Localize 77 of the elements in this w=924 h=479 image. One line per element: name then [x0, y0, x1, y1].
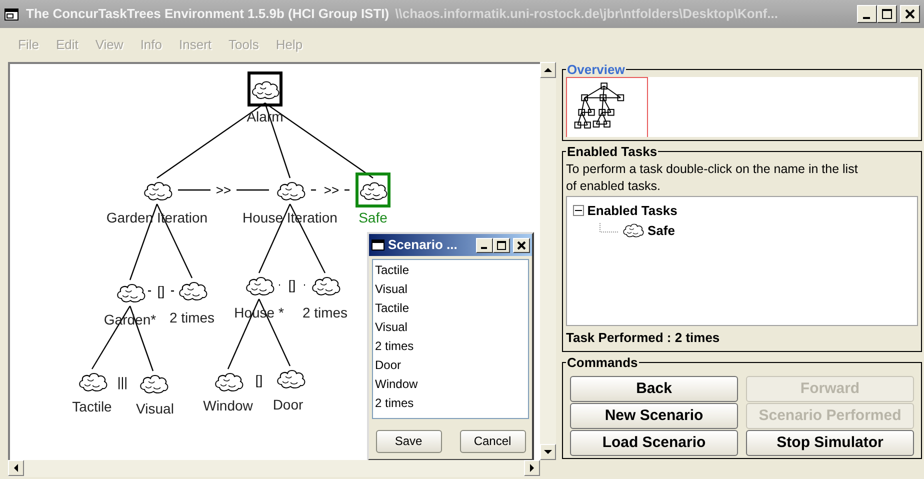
cloud-icon: [115, 281, 145, 303]
cloud-icon: [310, 274, 340, 296]
scroll-up-button[interactable]: [540, 62, 556, 78]
command-button[interactable]: New Scenario: [570, 403, 738, 429]
overview-drawing[interactable]: [566, 77, 648, 137]
task-label[interactable]: Tactile: [72, 396, 112, 418]
scroll-left-button[interactable]: [8, 460, 24, 476]
close-icon: [905, 9, 915, 19]
tree-node[interactable]: Safe: [648, 220, 675, 240]
selected-task-node[interactable]: [356, 172, 390, 208]
instruction-text: To perform a task double-click on the name in the list of enabled tasks.: [566, 161, 859, 195]
collapse-toggle[interactable]: [573, 205, 584, 216]
window-title: The ConcurTaskTrees Environment 1.5.9b (HCI Group ISTI): [26, 5, 390, 24]
operator-line: [178, 189, 210, 191]
up-arrow-icon: [544, 67, 552, 73]
status-text: Task Performed : 2 times: [566, 329, 721, 347]
maximize-button[interactable]: [876, 5, 897, 23]
down-arrow-icon: [544, 449, 552, 455]
left-arrow-icon: [13, 464, 19, 472]
app-icon: [371, 238, 385, 252]
minimize-button[interactable]: [856, 5, 877, 23]
cloud-icon: [244, 274, 274, 296]
maximize-icon: [496, 240, 506, 250]
operator-line: [304, 284, 305, 286]
horizontal-scrollbar[interactable]: [8, 460, 540, 477]
right-arrow-icon: [529, 464, 535, 472]
dialog-button[interactable]: Save: [376, 430, 442, 452]
scroll-right-button[interactable]: [524, 460, 540, 476]
dialog-button[interactable]: Cancel: [460, 430, 526, 452]
close-button[interactable]: [900, 5, 920, 23]
maximize-button[interactable]: [492, 238, 510, 252]
vertical-scrollbar[interactable]: [540, 62, 556, 460]
minimize-button[interactable]: [476, 238, 493, 252]
window-path: \\chaos.informatik.uni-rostock.de\jbr\ntfolders\Desktop\Konf...: [395, 5, 778, 24]
scroll-down-button[interactable]: [540, 444, 556, 460]
list-item[interactable]: Tactile: [375, 261, 526, 280]
panel-title: Enabled Tasks: [566, 144, 658, 159]
cloud-icon: [138, 372, 168, 394]
cloud-icon: [213, 370, 243, 392]
cloud-icon: [275, 179, 305, 201]
close-icon: [517, 240, 526, 250]
operator-line: [171, 290, 174, 292]
close-button[interactable]: [513, 238, 530, 252]
task-label[interactable]: Window: [203, 396, 253, 416]
operator-line: [344, 189, 352, 191]
selected-task-node[interactable]: [248, 72, 282, 106]
operator-line: [279, 284, 280, 286]
panel-title: Overview: [566, 62, 626, 77]
panel-title: Commands: [566, 354, 639, 370]
dialog-title: Scenario ...: [388, 236, 458, 254]
task-label[interactable]: 2 times: [169, 308, 215, 328]
operator-line: [148, 290, 151, 292]
tree-node[interactable]: Enabled Tasks: [587, 201, 678, 220]
cloud-icon: [275, 367, 305, 389]
minimize-icon: [481, 247, 488, 249]
command-button[interactable]: Load Scenario: [570, 430, 738, 456]
list-item[interactable]: Visual: [375, 280, 526, 299]
list-item[interactable]: 2 times: [375, 394, 526, 413]
task-label[interactable]: Door: [272, 394, 304, 416]
list-item[interactable]: Visual: [375, 318, 526, 337]
minimize-icon: [863, 16, 870, 18]
list-item[interactable]: Window: [375, 375, 526, 394]
task-label[interactable]: Visual: [136, 398, 174, 420]
list-item[interactable]: 2 times: [375, 337, 526, 356]
cloud-icon: [622, 222, 644, 238]
cloud-icon: [142, 179, 172, 201]
task-label[interactable]: 2 times: [302, 302, 348, 324]
cloud-icon: [77, 370, 107, 392]
command-button[interactable]: Back: [570, 376, 738, 402]
maximize-icon: [882, 9, 892, 19]
list-item[interactable]: Door: [375, 356, 526, 375]
cloud-icon: [177, 279, 207, 301]
task-label[interactable]: Safe: [358, 208, 388, 228]
list-item[interactable]: Tactile: [375, 299, 526, 318]
command-button[interactable]: Stop Simulator: [746, 430, 914, 456]
operator-line: [236, 189, 269, 191]
operator-line: [311, 189, 318, 191]
